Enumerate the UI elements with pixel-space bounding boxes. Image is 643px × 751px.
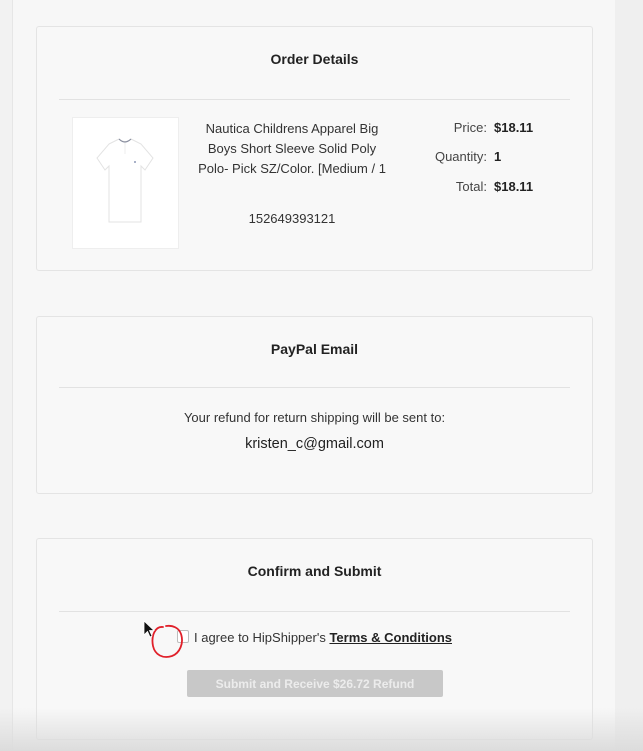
order-details-divider	[59, 99, 570, 100]
order-details-card: Order Details Nautica Childrens Apparel …	[36, 26, 593, 271]
total-value: $18.11	[494, 179, 534, 194]
confirm-divider	[59, 611, 570, 612]
price-label: Price:	[453, 120, 487, 135]
quantity-label: Quantity:	[434, 149, 487, 164]
product-name: Nautica Childrens Apparel Big Boys Short…	[198, 121, 386, 176]
refund-message: Your refund for return shipping will be …	[183, 410, 446, 425]
product-item-id: 152649393121	[248, 211, 336, 226]
content-column: Order Details Nautica Childrens Apparel …	[12, 0, 616, 751]
total-row: Total: $18.11	[397, 179, 577, 199]
bottom-shadow	[0, 708, 643, 751]
terms-agreement-row: I agree to HipShipper's Terms & Conditio…	[37, 630, 592, 645]
paypal-email-address: kristen_c@gmail.com	[245, 436, 384, 452]
mouse-cursor-icon	[143, 620, 156, 638]
price-value: $18.11	[494, 120, 534, 135]
right-gutter	[615, 0, 643, 751]
polo-shirt-image	[96, 138, 154, 223]
order-details-title: Order Details	[270, 51, 359, 67]
paypal-email-card: PayPal Email Your refund for return ship…	[36, 316, 593, 494]
price-row: Price: $18.11	[397, 120, 577, 140]
terms-conditions-link[interactable]: Terms & Conditions	[329, 630, 452, 645]
quantity-row: Quantity: 1	[397, 149, 577, 169]
total-label: Total:	[455, 179, 487, 194]
confirm-submit-title: Confirm and Submit	[247, 563, 382, 579]
paypal-divider	[59, 387, 570, 388]
quantity-value: 1	[494, 149, 502, 164]
submit-refund-button[interactable]: Submit and Receive $26.72 Refund	[187, 670, 443, 697]
product-image	[72, 117, 179, 249]
agree-text: I agree to HipShipper's	[193, 630, 326, 645]
paypal-email-title: PayPal Email	[270, 341, 359, 357]
